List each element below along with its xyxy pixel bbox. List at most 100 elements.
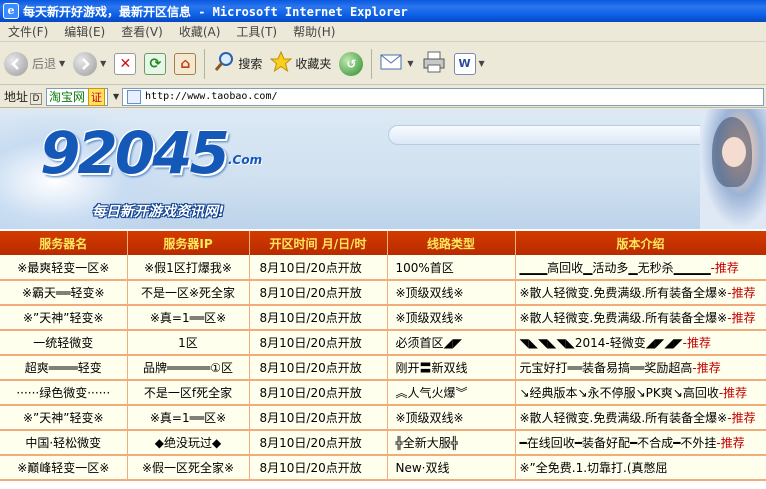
intro-text: ↘经典版本↘永不停服↘PK爽↘高回收	[519, 386, 719, 400]
table-header-row: 服务器名 服务器IP 开区时间 月/日/时 线路类型 版本介绍	[0, 231, 766, 255]
address-label-text: 地址	[4, 90, 29, 104]
back-button[interactable]: 后退 ▼	[0, 46, 69, 82]
edit-button[interactable]: W ▼	[450, 46, 489, 82]
forward-icon	[73, 51, 98, 76]
table-row[interactable]: ※最爽轻变一区※ ※假1区打爆我※ 8月10日/20点开放 100%首区 ▁▁▁…	[0, 255, 766, 281]
line-type: 必须首区◢◤	[387, 330, 516, 356]
server-ip: ※假1区打爆我※	[127, 255, 250, 281]
edit-dropdown-icon[interactable]: ▼	[479, 59, 485, 68]
server-ip: 不是一区※死全家	[127, 280, 250, 306]
forward-button[interactable]: ▼	[69, 46, 110, 82]
menu-tools[interactable]: 工具(T)	[228, 22, 285, 42]
url-input[interactable]: http://www.taobao.com/	[122, 87, 764, 106]
server-name-link[interactable]: ※巅峰轻变一区※	[0, 455, 128, 481]
stop-button[interactable]: ✕	[110, 46, 140, 82]
server-name-link[interactable]: ※最爽轻变一区※	[0, 255, 128, 281]
menu-favorites[interactable]: 收藏(A)	[171, 22, 229, 42]
version-intro-link[interactable]: ※”全免费.1.切靠打.(真憋屈	[515, 455, 766, 481]
open-time: 8月10日/20点开放	[249, 355, 388, 381]
table-row[interactable]: ※”天神”轻变※ ※真=1══区※ 8月10日/20点开放 ※顶级双线※ ※散人…	[0, 405, 766, 431]
header-line-type: 线路类型	[387, 231, 516, 255]
intro-text: ◥◣◥◣◥◣2014-轻微变◢◤◢◤	[519, 336, 683, 350]
address-bar: 地址 D 淘宝网 证 ▼ http://www.taobao.com/	[0, 86, 766, 108]
server-name-link[interactable]: ※”天神”轻变※	[0, 305, 128, 331]
intro-text: ※散人轻微变.免费满级.所有装备全爆※	[519, 311, 728, 325]
open-time: 8月10日/20点开放	[249, 330, 388, 356]
taobao-label: 淘宝网	[49, 90, 86, 104]
window-title: 每天新开好游戏，最新开区信息 - Microsoft Internet Expl…	[23, 4, 408, 19]
home-button[interactable]: ⌂	[170, 46, 200, 82]
server-name-link[interactable]: ※霸天══轻变※	[0, 280, 128, 306]
url-text: http://www.taobao.com/	[145, 91, 278, 102]
forward-dropdown-icon[interactable]: ▼	[100, 59, 106, 68]
table-row[interactable]: ※”天神”轻变※ ※真=1══区※ 8月10日/20点开放 ※顶级双线※ ※散人…	[0, 305, 766, 331]
version-intro-link[interactable]: ※散人轻微变.免费满级.所有装备全爆※-推荐	[515, 280, 766, 306]
server-ip: ◆绝没玩过◆	[127, 430, 250, 456]
taobao-shortcut[interactable]: 淘宝网 证	[46, 87, 109, 106]
line-type: 100%首区	[387, 255, 516, 281]
table-row[interactable]: 中国·轻松微变 ◆绝没玩过◆ 8月10日/20点开放 ╬全新大服╬ ━在线回收━…	[0, 430, 766, 456]
mail-button[interactable]: ▼	[376, 46, 417, 82]
favorites-icon	[269, 50, 293, 76]
intro-text: ▁▁▁高回收▁活动多▁无秒杀▁▁▁▁	[519, 260, 711, 275]
site-logo-suffix: .Com	[228, 153, 263, 167]
server-name-link[interactable]: 中国·轻松微变	[0, 430, 128, 456]
table-row[interactable]: ※巅峰轻变一区※ ※假一区死全家※ 8月10日/20点开放 New·双线 ※”全…	[0, 455, 766, 481]
search-icon	[213, 51, 235, 76]
site-slogan: 每日新开游戏资讯网!	[92, 204, 225, 220]
open-time: 8月10日/20点开放	[249, 430, 388, 456]
recommend-tag: -推荐	[727, 311, 756, 325]
server-ip: ※真=1══区※	[127, 405, 250, 431]
server-name-link[interactable]: ······绿色微变······	[0, 380, 128, 406]
line-type: New·双线	[387, 455, 516, 481]
line-type: ︽人气火爆︾	[387, 380, 516, 406]
mail-dropdown-icon[interactable]: ▼	[407, 59, 413, 68]
version-intro-link[interactable]: ▁▁▁高回收▁活动多▁无秒杀▁▁▁▁-推荐	[515, 255, 766, 281]
history-icon: ↺	[339, 51, 364, 76]
taobao-dropdown-icon[interactable]: ▼	[110, 88, 122, 106]
table-row[interactable]: 超爽════轻变 品牌══════①区 8月10日/20点开放 刚开〓新双线 元…	[0, 355, 766, 381]
open-time: 8月10日/20点开放	[249, 380, 388, 406]
search-button[interactable]: 搜索	[209, 46, 266, 82]
back-dropdown-icon[interactable]: ▼	[59, 59, 65, 68]
table-row[interactable]: ※霸天══轻变※ 不是一区※死全家 8月10日/20点开放 ※顶级双线※ ※散人…	[0, 280, 766, 306]
menu-file[interactable]: 文件(F)	[0, 22, 56, 42]
favorites-button[interactable]: 收藏夹	[266, 46, 335, 82]
history-button[interactable]: ↺	[335, 46, 367, 82]
recommend-tag: -推荐	[718, 386, 748, 400]
version-intro-link[interactable]: ━在线回收━装备好配━不合成━不外挂-推荐	[515, 430, 766, 456]
open-time: 8月10日/20点开放	[249, 455, 388, 481]
menu-edit[interactable]: 编辑(E)	[56, 22, 113, 42]
print-button[interactable]	[418, 46, 450, 82]
server-name-link[interactable]: ※”天神”轻变※	[0, 405, 128, 431]
menu-view[interactable]: 查看(V)	[113, 22, 171, 42]
version-intro-link[interactable]: ※散人轻微变.免费满级.所有装备全爆※-推荐	[515, 305, 766, 331]
intro-text: ━在线回收━装备好配━不合成━不外挂	[519, 436, 717, 450]
banner-character-face	[722, 137, 746, 167]
edit-icon: W	[453, 52, 476, 75]
version-intro-link[interactable]: ↘经典版本↘永不停服↘PK爽↘高回收-推荐	[515, 380, 766, 406]
server-ip: ※假一区死全家※	[127, 455, 250, 481]
server-ip: 1区	[127, 330, 250, 356]
server-ip: 品牌══════①区	[127, 355, 250, 381]
print-icon	[422, 51, 446, 76]
title-bar: e 每天新开好游戏，最新开区信息 - Microsoft Internet Ex…	[0, 0, 766, 22]
back-label: 后退	[32, 57, 57, 71]
toolbar: 后退 ▼ ▼ ✕ ⟳ ⌂ 搜索 收藏夹 ↺ ▼ W ▼	[0, 43, 766, 85]
version-intro-link[interactable]: ※散人轻微变.免费满级.所有装备全爆※-推荐	[515, 405, 766, 431]
site-logo[interactable]: 92045	[40, 121, 230, 185]
intro-text: ※散人轻微变.免费满级.所有装备全爆※	[519, 286, 728, 300]
refresh-button[interactable]: ⟳	[140, 46, 170, 82]
version-intro-link[interactable]: 元宝好打══装备易搞══奖励超高-推荐	[515, 355, 766, 381]
server-name-link[interactable]: 一统轻微变	[0, 330, 128, 356]
server-name-link[interactable]: 超爽════轻变	[0, 355, 128, 381]
header-open-time: 开区时间 月/日/时	[249, 231, 388, 255]
table-row[interactable]: ······绿色微变······ 不是一区f死全家 8月10日/20点开放 ︽人…	[0, 380, 766, 406]
cert-badge: 证	[88, 87, 106, 106]
open-time: 8月10日/20点开放	[249, 280, 388, 306]
version-intro-link[interactable]: ◥◣◥◣◥◣2014-轻微变◢◤◢◤-推荐	[515, 330, 766, 356]
toolbar-separator-2	[371, 48, 373, 79]
table-row[interactable]: 一统轻微变 1区 8月10日/20点开放 必须首区◢◤ ◥◣◥◣◥◣2014-轻…	[0, 330, 766, 356]
recommend-tag: -推荐	[727, 411, 756, 425]
menu-help[interactable]: 帮助(H)	[285, 22, 343, 42]
